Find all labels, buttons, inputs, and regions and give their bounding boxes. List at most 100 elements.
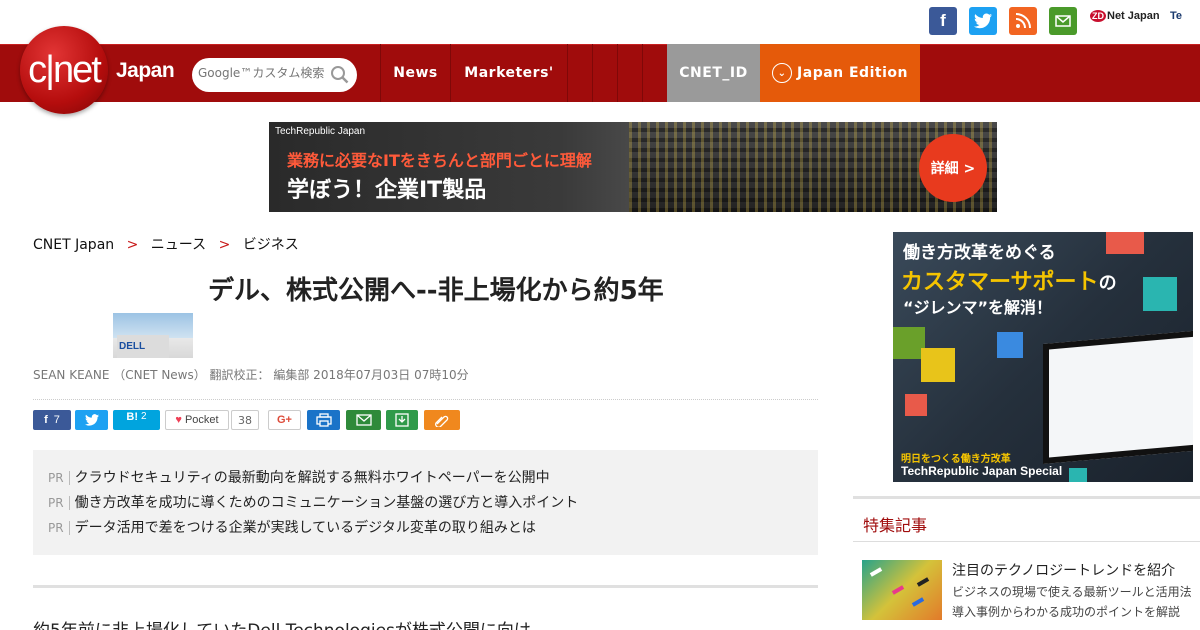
article-headline: デル、株式公開へ--非上場化から約5年 [208, 276, 664, 306]
pr-link-text: データ活用で差をつける企業が実践しているデジタル変革の取り組みとは [74, 520, 536, 536]
pr-link[interactable]: PR 働き方改革を成功に導くためのコミュニケーション基盤の選び方と導入ポイント [48, 492, 578, 512]
cnet-logo[interactable]: c|net [20, 26, 108, 114]
banner-tagline: 業務に必要なITをきちんと部門ごとに理解 [287, 151, 592, 170]
breadcrumb-separator: > [126, 237, 139, 253]
pr-link-text: クラウドセキュリティの最新動向を解説する無料ホワイトペーパーを公開中 [74, 470, 550, 486]
facebook-icon[interactable]: f [929, 7, 957, 35]
techrepublic-link[interactable]: Te [1170, 10, 1182, 22]
pocket-button[interactable]: ♥ Pocket [165, 410, 229, 430]
facebook-icon: f [44, 414, 48, 426]
article-byline: SEAN KEANE （CNET News） 翻訳校正： 編集部 2018年07… [33, 368, 469, 382]
print-button[interactable] [307, 410, 340, 430]
techrepublic-label: Te [1170, 10, 1183, 22]
nav-news[interactable]: News [381, 44, 450, 102]
hatena-icon: B! [126, 411, 139, 423]
pocket-icon: ♥ [175, 414, 182, 426]
ad-decor-square [1069, 468, 1087, 482]
thumb-decor [891, 585, 905, 595]
nav-marketers[interactable]: Marketers' [451, 44, 567, 102]
paperclip-icon [435, 415, 449, 427]
twitter-icon [84, 414, 99, 426]
divider [853, 541, 1200, 542]
divider [33, 399, 818, 400]
mail-icon[interactable] [1049, 7, 1077, 35]
ad-headline-2-main: カスタマーサポート [901, 270, 1099, 295]
top-banner-ad[interactable]: TechRepublic Japan 業務に必要なITをきちんと部門ごとに理解 … [269, 122, 997, 212]
breadcrumb-news[interactable]: ニュース [151, 237, 206, 253]
pr-link-text: 働き方改革を成功に導くためのコミュニケーション基盤の選び方と導入ポイント [74, 495, 579, 511]
search-input[interactable] [198, 66, 328, 80]
divider [33, 585, 818, 588]
pr-tag: PR [48, 471, 70, 485]
breadcrumb-business[interactable]: ビジネス [243, 237, 299, 253]
zdnet-japan-link[interactable]: ZD Net Japan [1090, 10, 1160, 22]
search-icon[interactable] [329, 64, 351, 86]
print-icon [315, 413, 332, 427]
banner-headline: 学ぼう！企業IT製品 [287, 178, 487, 203]
breadcrumb-home[interactable]: CNET Japan [33, 237, 114, 253]
sidebar-item-thumbnail[interactable] [862, 560, 942, 620]
sidebar-item-desc: ビジネスの現場で使える最新ツールと活用法 [952, 585, 1192, 599]
sidebar-item-desc: 導入事例からわかる成功のポイントを解説 [952, 605, 1181, 619]
chevron-down-icon: ⌄ [772, 63, 793, 83]
ad-headline-3: “ジレンマ”を解消！ [903, 298, 1053, 317]
thumb-decor [916, 577, 930, 587]
ad-footer-tagline: 明日をつくる働き方改革 [901, 454, 1011, 465]
sidebar-ad[interactable]: 働き方改革をめぐる カスタマーサポートの “ジレンマ”を解消！ 明日をつくる働き… [893, 232, 1193, 482]
ad-decor-square [905, 394, 927, 416]
pr-tag: PR [48, 521, 70, 535]
mail-icon [355, 414, 372, 426]
hatena-count: 2 [141, 411, 147, 422]
edition-label: Japan [116, 59, 175, 82]
nav-divider [617, 44, 618, 102]
pr-link[interactable]: PR データ活用で差をつける企業が実践しているデジタル変革の取り組みとは [48, 517, 536, 537]
ad-footer-brand: TechRepublic Japan Special [901, 464, 1063, 478]
ad-headline-2: カスタマーサポートの [901, 264, 1117, 296]
breadcrumb: CNET Japan > ニュース > ビジネス [33, 234, 299, 254]
logo-text: c|net [28, 48, 102, 91]
thumb-decor [869, 567, 883, 577]
divider [853, 496, 1200, 499]
zdnet-badge: ZD [1090, 10, 1106, 22]
banner-details-button[interactable]: 詳細 > [919, 134, 987, 202]
top-utility-bar: f ZD Net Japan Te [0, 0, 1200, 44]
banner-brand: TechRepublic Japan [275, 126, 366, 137]
sidebar-section-title: 特集記事 [863, 516, 928, 535]
main-nav [0, 44, 1200, 102]
breadcrumb-separator: > [218, 237, 231, 253]
nav-cnet-id[interactable]: CNET_ID [667, 44, 760, 102]
nav-divider [592, 44, 593, 102]
edition-selector-label: Japan Edition [797, 65, 908, 81]
download-icon [395, 413, 409, 427]
ad-decor-square [997, 332, 1023, 358]
facebook-count: 7 [53, 414, 60, 426]
pr-tag: PR [48, 496, 70, 510]
google-plus-button[interactable]: G+ [268, 410, 301, 430]
mail-share-button[interactable] [346, 410, 381, 430]
facebook-share-button[interactable]: f7 [33, 410, 71, 430]
article-body-first-line: 約5年前に非上場化していたDell Technologiesが株式公開に向け [33, 616, 531, 630]
ad-headline-1: 働き方改革をめぐる [903, 243, 1056, 263]
pocket-count: 38 [231, 410, 259, 430]
pocket-label: Pocket [184, 414, 219, 426]
ad-headline-2-suffix: の [1098, 273, 1117, 294]
sidebar-item-title[interactable]: 注目のテクノロジートレンドを紹介 [952, 560, 1175, 580]
nav-japan-edition[interactable]: ⌄ Japan Edition [760, 44, 920, 102]
pr-link[interactable]: PR クラウドセキュリティの最新動向を解説する無料ホワイトペーパーを公開中 [48, 467, 550, 487]
ad-decor-square [1143, 277, 1177, 311]
hatena-bookmark-button[interactable]: B! 2 [113, 410, 160, 430]
search-box [192, 58, 357, 92]
ad-decor-square [1106, 232, 1144, 254]
save-button[interactable] [386, 410, 418, 430]
twitter-share-button[interactable] [75, 410, 108, 430]
thumb-decor [911, 597, 925, 607]
twitter-icon[interactable] [969, 7, 997, 35]
nav-divider [642, 44, 643, 102]
rss-icon[interactable] [1009, 7, 1037, 35]
zdnet-label: Net Japan [1107, 10, 1160, 22]
dell-logo: DELL [119, 341, 146, 352]
ad-laptop-screen [1043, 330, 1193, 464]
article-thumbnail: DELL [113, 313, 193, 358]
pr-links-box: PR クラウドセキュリティの最新動向を解説する無料ホワイトペーパーを公開中 PR 働… [33, 450, 818, 555]
clip-button[interactable] [424, 410, 460, 430]
